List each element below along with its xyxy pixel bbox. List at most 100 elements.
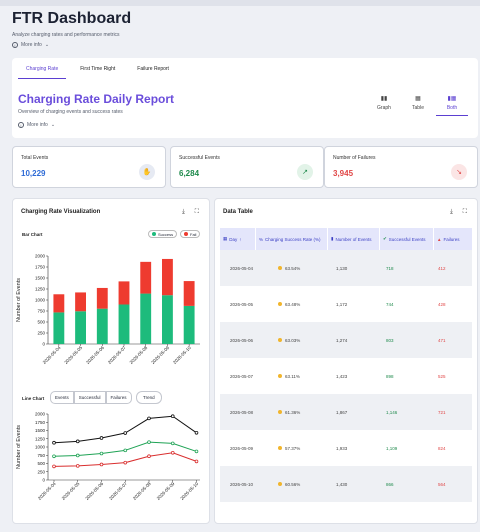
cell-rate: 63.03% [274,322,332,358]
trend-down-icon: ↘ [451,164,467,180]
table-row[interactable]: 2026-05-10 60.56% 1,430 866 564 [220,466,472,502]
cell-events-value: 1,274 [336,337,348,343]
cell-rate-value: 63.48% [285,301,301,307]
column-header-failures[interactable]: ▲ Failures [434,228,472,250]
metric-failures: Number of Failures 3,945 ↘ [324,146,478,188]
rate-dot-icon [278,482,282,486]
top-bar [0,0,480,6]
bar-fail [162,258,173,296]
tab-failure-report[interactable]: Failure Report [129,62,177,79]
bar-fail [53,294,65,313]
series-point [52,454,56,459]
fullscreen-icon[interactable]: ⛶ [463,209,467,216]
table-header: ▦ Day ↑ % Charging Success Rate (%) ▮ Nu… [220,228,472,250]
fullscreen-icon[interactable]: ⛶ [195,209,199,216]
legend-success-toggle[interactable]: Success [148,230,178,238]
table-row[interactable]: 2026-05-09 57.37% 1,933 1,109 824 [220,430,472,466]
calendar-icon: ▦ [223,236,228,241]
series-point [99,436,104,440]
successful-series-button[interactable]: Successful [73,391,106,404]
cell-failures-value: 824 [438,445,446,451]
events-series-button[interactable]: Events [50,391,74,404]
bar-success [140,293,152,344]
visualization-title: Charging Rate Visualization [21,209,101,215]
download-icon[interactable]: ⤓ [182,209,185,216]
failures-series-button[interactable]: Failures [105,391,132,404]
bar-chart: 0 250 500 750 1000 1250 1500 1750 2000 Number of … [16,254,200,365]
fail-dot-icon [184,232,188,236]
cell-events-value: 1,933 [336,445,348,451]
sort-up-icon: ↑ [239,236,242,242]
view-graph-button[interactable]: ▮▮ Graph [368,90,400,116]
series-point [194,449,199,454]
view-graph-label: Graph [377,105,391,111]
series-point [170,441,175,446]
metric-label: Total Events [21,155,49,161]
table-row[interactable]: 2026-05-05 63.48% 1,172 744 428 [220,286,472,322]
cell-successful-value: 1,109 [386,445,398,451]
series-point [194,431,199,435]
view-both-label: Both [446,104,458,111]
cell-events: 1,274 [332,322,382,358]
bar-success [75,311,86,344]
bar-chart-icon: ▮▮ [380,96,388,102]
cell-failures: 525 [434,358,472,394]
table-icon: ▦ [415,96,421,102]
column-header-label: Successful Events [388,236,426,242]
column-header-label: Day [229,236,238,242]
cell-day-value: 2026-05-06 [230,337,254,343]
info-icon: i [12,42,18,48]
bar-chart-label: Bar Chart [22,232,43,237]
check-circle-icon: ✔ [383,236,387,241]
x-tick-label: 2026-05-07 [108,481,128,501]
column-header-successful[interactable]: ✔ Successful Events [380,228,434,250]
view-table-button[interactable]: ▦ Table [402,90,434,116]
table-row[interactable]: 2026-05-08 61.36% 1,867 1,146 721 [220,394,472,430]
data-table-tools: ⤓ ⛶ [450,209,467,216]
series-point [170,451,175,455]
y-tick-label: 500 [37,320,45,325]
cell-day: 2026-05-05 [220,286,274,322]
column-header-day[interactable]: ▦ Day ↑ [220,228,256,250]
metric-value: 10,229 [21,169,46,178]
series-point [147,440,151,444]
legend-fail-toggle[interactable]: Fail [180,230,201,238]
cell-rate-value: 60.56% [285,481,301,487]
visualization-tools: ⤓ ⛶ [182,209,199,216]
download-icon[interactable]: ⤓ [450,209,453,216]
more-info-label: More info [21,42,42,48]
app-title: FTR Dashboard [12,10,132,27]
cell-failures-value: 721 [438,409,446,415]
cell-rate-value: 63.54% [285,265,301,271]
legend-success-label: Success [158,231,174,237]
cell-failures-value: 471 [438,337,446,343]
trend-up-icon: ↗ [297,164,313,180]
column-header-rate[interactable]: % Charging Success Rate (%) [256,228,328,250]
y-tick-label: 0 [42,478,45,483]
cell-failures: 721 [434,394,472,430]
series-point [194,459,199,464]
table-row[interactable]: 2026-05-07 63.11% 1,423 898 525 [220,358,472,394]
cell-failures: 824 [434,430,472,466]
table-row[interactable]: 2026-05-06 63.03% 1,274 803 471 [220,322,472,358]
metric-value: 3,945 [333,169,354,178]
cell-events: 1,423 [332,358,382,394]
cell-successful-value: 866 [386,481,394,487]
table-row[interactable]: 2026-05-04 63.54% 1,130 718 412 [220,250,472,286]
series-point [99,462,104,467]
x-tick-label: 2026-05-10 [172,345,192,365]
column-header-events[interactable]: ▮ Number of Events [328,228,380,250]
tab-first-time-right[interactable]: First Time Right [72,62,123,79]
cell-rate: 63.54% [274,250,332,286]
view-both-button[interactable]: ▮▦ Both [436,90,468,116]
x-tick-label: 2026-05-05 [63,345,83,365]
cell-successful-value: 718 [386,265,394,271]
series-point [75,439,80,444]
more-info-toggle[interactable]: i More info ⌄ [12,42,49,48]
trend-button[interactable]: Trend [136,391,162,404]
tab-charging-rate[interactable]: Charging Rate [18,62,67,79]
report-more-info-toggle[interactable]: i More info ⌄ [18,122,55,128]
cell-successful: 718 [382,250,434,286]
cell-successful: 1,146 [382,394,434,430]
y-tick-label: 500 [37,461,45,466]
